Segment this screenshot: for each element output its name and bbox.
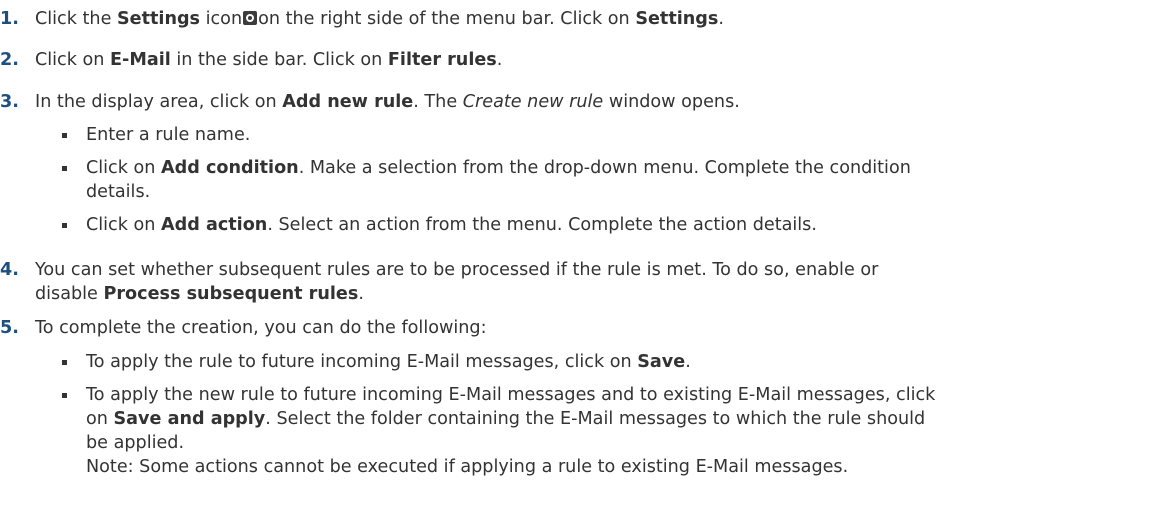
text-run: icon bbox=[200, 9, 243, 29]
bullet-text: Enter a rule name. bbox=[86, 123, 1153, 147]
bullet-text: To apply the new rule to future incoming… bbox=[86, 383, 1153, 479]
ui-term: Add action bbox=[161, 215, 268, 235]
step-number: 1. bbox=[0, 9, 19, 29]
bullet-text: Click on Add condition. Make a selection… bbox=[86, 156, 1153, 204]
text-run: on bbox=[86, 409, 114, 429]
bullet-marker bbox=[62, 166, 67, 171]
ui-term: Process subsequent rules bbox=[103, 284, 359, 304]
text-run: be applied. bbox=[86, 433, 185, 453]
step-number: 5. bbox=[0, 318, 19, 338]
bullet-marker bbox=[62, 133, 67, 138]
ui-term: E-Mail bbox=[110, 50, 171, 70]
step-number: 2. bbox=[0, 50, 19, 70]
instruction-document: 1. Click the Settings icon on the right s… bbox=[0, 0, 1153, 529]
text-run: disable bbox=[35, 284, 104, 304]
text-run: . bbox=[358, 284, 364, 304]
text-run: To apply the new rule to future incoming… bbox=[86, 385, 936, 405]
bullet-text: To apply the rule to future incoming E-M… bbox=[86, 350, 1153, 374]
text-run: on the right side of the menu bar. Click… bbox=[258, 9, 636, 29]
window-name: Create new rule bbox=[462, 92, 604, 112]
text-run: details. bbox=[86, 182, 151, 202]
text-run: . Select an action from the menu. Comple… bbox=[267, 215, 817, 235]
bullet-marker bbox=[62, 360, 67, 365]
text-run: To complete the creation, you can do the… bbox=[35, 318, 487, 338]
bullet-text: Click on Add action. Select an action fr… bbox=[86, 213, 1153, 237]
text-run: . Make a selection from the drop-down me… bbox=[298, 158, 911, 178]
text-run: . Select the folder containing the E-Mai… bbox=[265, 409, 926, 429]
ui-term: Settings bbox=[635, 9, 719, 29]
text-run: in the side bar. Click on bbox=[170, 50, 388, 70]
text-run: . bbox=[718, 9, 724, 29]
text-run: Enter a rule name. bbox=[86, 125, 251, 145]
text-run: Click on bbox=[86, 215, 162, 235]
step-text: Click the Settings icon on the right side… bbox=[35, 7, 1153, 31]
note-text: Note: Some actions cannot be executed if… bbox=[86, 457, 849, 477]
text-run: . bbox=[685, 352, 691, 372]
ui-term: Add condition bbox=[161, 158, 299, 178]
step-text: To complete the creation, you can do the… bbox=[35, 316, 1153, 340]
text-run: In the display area, click on bbox=[35, 92, 283, 112]
step-number: 3. bbox=[0, 92, 19, 112]
ui-term: Add new rule bbox=[282, 92, 414, 112]
step-text: In the display area, click on Add new ru… bbox=[35, 90, 1153, 114]
bullet-marker bbox=[62, 223, 67, 228]
ui-term: Settings bbox=[116, 9, 201, 29]
step-text: You can set whether subsequent rules are… bbox=[35, 258, 1153, 306]
text-run: Click the bbox=[35, 9, 117, 29]
text-run: Click on bbox=[35, 50, 111, 70]
text-run: To apply the rule to future incoming E-M… bbox=[86, 352, 638, 372]
text-run: You can set whether subsequent rules are… bbox=[35, 260, 879, 280]
ui-term: Save and apply bbox=[113, 409, 266, 429]
ui-term: Save bbox=[637, 352, 686, 372]
ui-term: Filter rules bbox=[387, 50, 497, 70]
text-run: . The bbox=[413, 92, 463, 112]
step-number: 4. bbox=[0, 260, 19, 280]
gear-icon bbox=[243, 11, 258, 25]
step-text: Click on E-Mail in the side bar. Click o… bbox=[35, 48, 1153, 72]
text-run: window opens. bbox=[603, 92, 740, 112]
text-run: . bbox=[496, 50, 503, 70]
text-run: Click on bbox=[86, 158, 162, 178]
bullet-marker bbox=[62, 393, 67, 398]
